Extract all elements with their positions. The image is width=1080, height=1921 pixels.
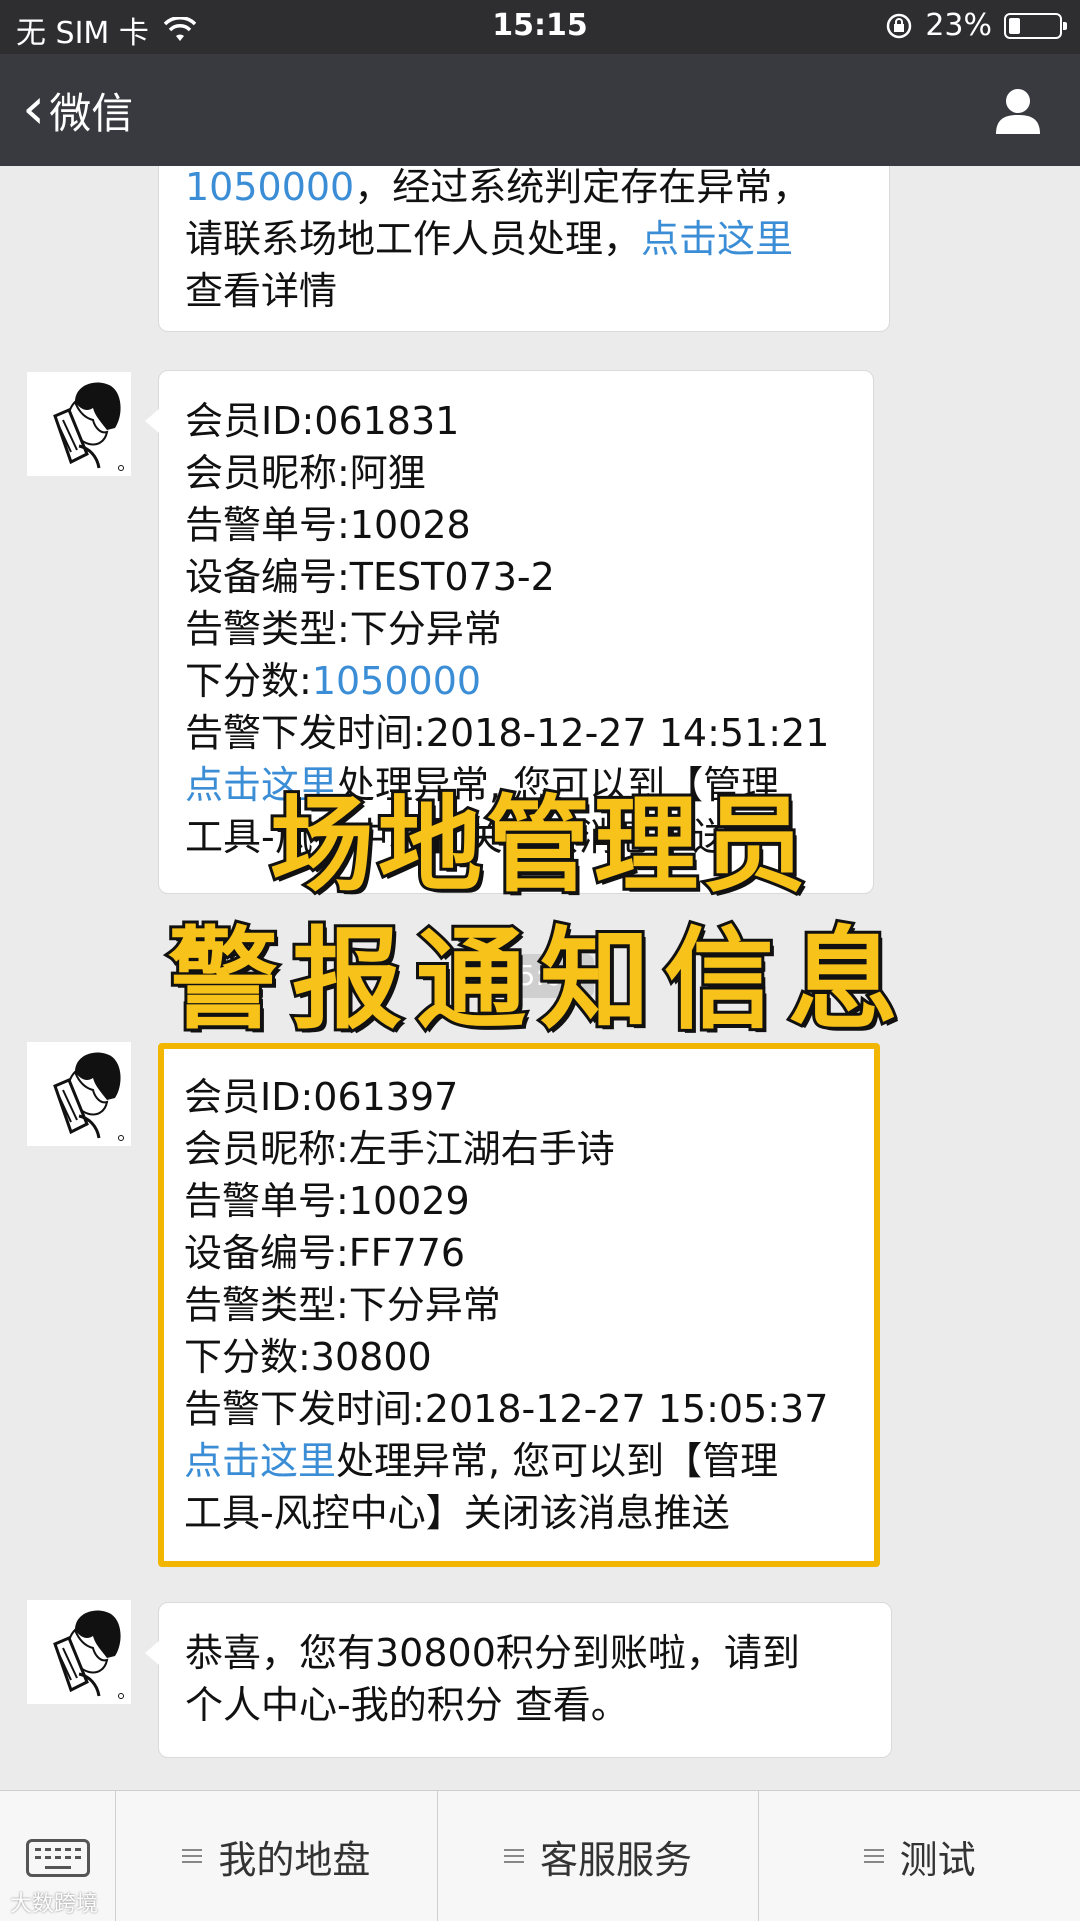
bubble-tail bbox=[145, 1641, 159, 1665]
rotation-lock-icon bbox=[887, 13, 912, 38]
click-here-link[interactable]: 点击这里 bbox=[641, 217, 793, 261]
menu-lines-icon bbox=[504, 1845, 524, 1867]
member-nickname: 会员昵称:阿狸 bbox=[185, 451, 426, 495]
menu-item-test[interactable]: 测试 bbox=[759, 1791, 1080, 1921]
menu-lines-icon bbox=[182, 1845, 203, 1867]
menu-item-label: 我的地盘 bbox=[218, 1837, 371, 1882]
battery-icon bbox=[1004, 12, 1067, 39]
member-id: 会员ID:061831 bbox=[185, 399, 460, 443]
message-text: 个人中心-我的积分 查看。 bbox=[185, 1683, 629, 1727]
alert-time: 告警下发时间:2018-12-27 14:51:21 bbox=[185, 711, 830, 755]
avatar[interactable] bbox=[27, 1600, 131, 1704]
score-label: 下分数: bbox=[185, 659, 312, 703]
alert-number: 告警单号:10029 bbox=[184, 1179, 470, 1223]
message-bubble[interactable]: 1050000，经过系统判定存在异常， 请联系场地工作人员处理，点击这里 查看详… bbox=[158, 166, 890, 332]
menu-item-label: 测试 bbox=[899, 1837, 976, 1882]
score-link[interactable]: 1050000 bbox=[312, 659, 481, 703]
device-number: 设备编号:FF776 bbox=[184, 1231, 466, 1275]
profile-icon[interactable] bbox=[992, 84, 1044, 136]
score-link[interactable]: 1050000 bbox=[185, 166, 354, 209]
back-button[interactable]: ‹ 微信 bbox=[22, 73, 134, 142]
battery-fill bbox=[1009, 17, 1020, 34]
watermark-logo: 大数跨境 bbox=[10, 1892, 99, 1917]
click-here-link[interactable]: 点击这里 bbox=[184, 1439, 336, 1483]
member-nickname: 会员昵称:左手江湖右手诗 bbox=[184, 1127, 615, 1171]
status-bar: 无 SIM 卡 15:15 23% bbox=[0, 0, 1080, 54]
menu-item-label: 客服服务 bbox=[540, 1837, 693, 1882]
member-id: 会员ID:061397 bbox=[184, 1075, 459, 1119]
caption-line-1: 场地管理员 bbox=[267, 781, 810, 909]
chevron-left-icon: ‹ bbox=[22, 73, 46, 142]
battery-percent: 23% bbox=[925, 8, 992, 43]
message-text: 恭喜，您有30800积分到账啦，请到 bbox=[185, 1631, 800, 1675]
message-text: 工具-风控中心】关闭该消息推送 bbox=[184, 1491, 730, 1535]
avatar[interactable] bbox=[27, 1042, 131, 1146]
alert-type: 告警类型:下分异常 bbox=[184, 1283, 501, 1327]
bottom-menu: 我的地盘 客服服务 测试 bbox=[0, 1790, 1080, 1921]
nav-bar: ‹ 微信 bbox=[0, 54, 1080, 166]
bubble-tail bbox=[145, 409, 159, 433]
alert-type: 告警类型:下分异常 bbox=[185, 607, 502, 651]
highlighted-message-bubble[interactable]: 会员ID:061397 会员昵称:左手江湖右手诗 告警单号:10029 设备编号… bbox=[158, 1043, 880, 1567]
alert-time: 告警下发时间:2018-12-27 15:05:37 bbox=[184, 1387, 829, 1431]
alert-number: 告警单号:10028 bbox=[185, 503, 471, 547]
menu-item-customer-service[interactable]: 客服服务 bbox=[438, 1791, 760, 1921]
avatar[interactable] bbox=[27, 372, 131, 476]
keyboard-icon bbox=[26, 1839, 90, 1877]
avatar-illustration bbox=[53, 1610, 124, 1699]
message-text: 查看详情 bbox=[185, 269, 338, 313]
avatar-illustration bbox=[53, 382, 124, 471]
back-label: 微信 bbox=[49, 89, 134, 138]
score-amount: 下分数:30800 bbox=[184, 1335, 432, 1379]
message-text: 请联系场地工作人员处理， bbox=[185, 217, 642, 261]
message-bubble[interactable]: 恭喜，您有30800积分到账啦，请到 个人中心-我的积分 查看。 bbox=[145, 1602, 892, 1758]
message-text: 处理异常, 您可以到【管理 bbox=[336, 1439, 779, 1483]
avatar-illustration bbox=[53, 1052, 124, 1141]
menu-item-my-site[interactable]: 我的地盘 bbox=[116, 1791, 438, 1921]
device-number: 设备编号:TEST073-2 bbox=[185, 555, 555, 599]
menu-lines-icon bbox=[863, 1845, 884, 1867]
caption-line-2: 警报通知信息 bbox=[165, 913, 912, 1047]
status-bar-right: 23% bbox=[885, 8, 1067, 43]
message-text: ，经过系统判定存在异常， bbox=[354, 166, 811, 209]
